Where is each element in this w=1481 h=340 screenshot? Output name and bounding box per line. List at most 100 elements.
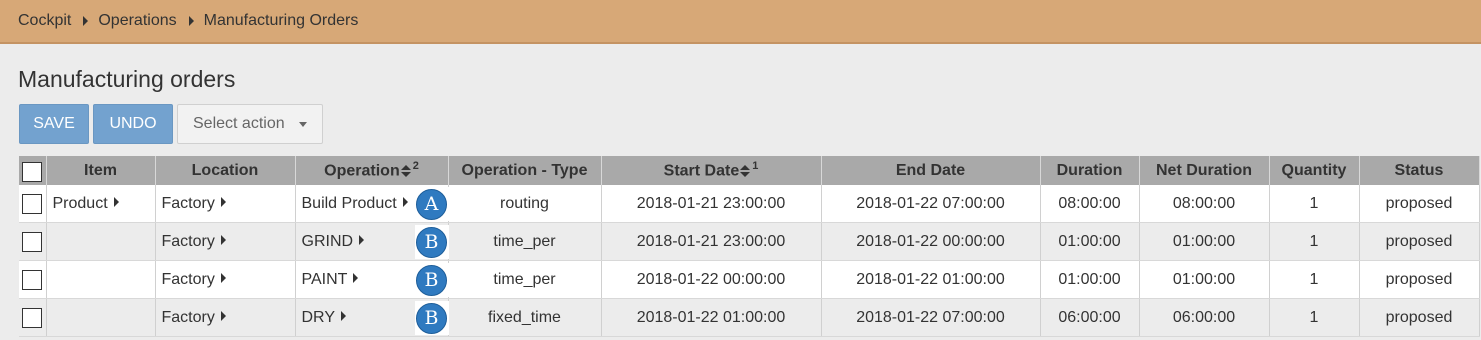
item-value: Product xyxy=(52,194,108,212)
end-date-cell: 2018-01-22 00:00:00 xyxy=(821,222,1041,261)
operation-menu-icon[interactable] xyxy=(353,273,359,284)
breadcrumb: Cockpit Operations Manufacturing Orders xyxy=(0,0,1481,44)
location-cell: Factory xyxy=(155,222,296,261)
breadcrumb-cockpit[interactable]: Cockpit xyxy=(18,12,71,30)
duration-cell: 06:00:00 xyxy=(1040,298,1140,337)
select-all-cell xyxy=(19,156,47,185)
net-duration-cell: 06:00:00 xyxy=(1139,298,1270,337)
operation-type-cell: time_per xyxy=(448,222,602,261)
table-row[interactable]: Factory GRIND B time_per 2018-01-21 23:00… xyxy=(19,222,1480,261)
quantity-cell: 1 xyxy=(1269,298,1360,337)
operation-cell: PAINT B xyxy=(295,260,449,299)
sort-rank: 2 xyxy=(412,160,419,173)
item-cell xyxy=(46,260,156,299)
net-duration-cell: 01:00:00 xyxy=(1139,222,1270,261)
location-cell: Factory xyxy=(155,298,296,337)
location-menu-icon[interactable] xyxy=(220,197,226,208)
operation-cell: Build Product A xyxy=(295,185,449,223)
start-date-cell: 2018-01-21 23:00:00 xyxy=(601,222,822,261)
sort-icon[interactable] xyxy=(740,165,751,178)
column-header-operation-type[interactable]: Operation - Type xyxy=(448,156,602,185)
select-action-dropdown[interactable]: Select action xyxy=(177,104,323,144)
start-date-cell: 2018-01-21 23:00:00 xyxy=(601,185,822,223)
net-duration-cell: 01:00:00 xyxy=(1139,260,1270,299)
end-date-cell: 2018-01-22 01:00:00 xyxy=(821,260,1041,299)
location-menu-icon[interactable] xyxy=(220,273,226,284)
column-header-operation[interactable]: Operation 2 xyxy=(295,156,449,185)
column-header-label: Item xyxy=(84,161,117,179)
badge-letter: A xyxy=(416,188,447,220)
column-header-end-date[interactable]: End Date xyxy=(821,156,1041,185)
column-header-location[interactable]: Location xyxy=(155,156,296,185)
column-header-label: End Date xyxy=(895,161,966,179)
column-header-label: Start Date xyxy=(663,162,740,180)
row-checkbox[interactable] xyxy=(22,193,43,214)
column-header-item[interactable]: Item xyxy=(46,156,156,185)
table-row[interactable]: Product Factory Build Product A routing 2… xyxy=(19,185,1480,223)
breadcrumb-separator-icon xyxy=(83,16,89,26)
table-header-row: Item Location Operation 2 Operation - Typ… xyxy=(19,156,1480,185)
end-date-cell: 2018-01-22 07:00:00 xyxy=(821,298,1041,337)
column-header-label: Location xyxy=(191,161,259,179)
location-cell: Factory xyxy=(155,185,296,223)
column-header-label: Net Duration xyxy=(1156,161,1252,179)
column-header-duration[interactable]: Duration xyxy=(1040,156,1140,185)
status-cell: proposed xyxy=(1359,260,1480,299)
table-row[interactable]: Factory PAINT B time_per 2018-01-22 00:00… xyxy=(19,260,1480,299)
status-cell: proposed xyxy=(1359,185,1480,223)
location-value: Factory xyxy=(161,270,215,288)
badge-marker: B xyxy=(414,301,449,335)
start-date-cell: 2018-01-22 01:00:00 xyxy=(601,298,822,337)
operation-type-cell: time_per xyxy=(448,260,602,299)
row-select-cell xyxy=(19,222,47,261)
select-action-label: Select action xyxy=(193,115,285,132)
breadcrumb-separator-icon xyxy=(188,16,194,26)
column-header-start-date[interactable]: Start Date 1 xyxy=(601,156,822,185)
quantity-cell: 1 xyxy=(1269,185,1360,223)
column-header-net-duration[interactable]: Net Duration xyxy=(1139,156,1270,185)
end-date-cell: 2018-01-22 07:00:00 xyxy=(821,185,1041,223)
operation-value: PAINT xyxy=(301,270,348,288)
operation-menu-icon[interactable] xyxy=(402,197,408,208)
status-cell: proposed xyxy=(1359,222,1480,261)
location-value: Factory xyxy=(161,308,215,326)
undo-button[interactable]: UNDO xyxy=(93,104,173,144)
operation-cell: DRY B xyxy=(295,298,449,337)
select-all-checkbox[interactable] xyxy=(22,161,43,182)
location-value: Factory xyxy=(161,194,215,212)
row-select-cell xyxy=(19,298,47,337)
column-header-label: Quantity xyxy=(1281,161,1347,179)
operation-menu-icon[interactable] xyxy=(359,235,365,246)
duration-cell: 08:00:00 xyxy=(1040,185,1140,223)
badge-letter: B xyxy=(416,264,447,296)
caret-down-icon xyxy=(298,121,307,127)
badge-marker: B xyxy=(414,225,449,259)
row-checkbox[interactable] xyxy=(22,307,43,328)
location-menu-icon[interactable] xyxy=(220,311,226,322)
quantity-cell: 1 xyxy=(1269,222,1360,261)
duration-cell: 01:00:00 xyxy=(1040,222,1140,261)
save-button[interactable]: SAVE xyxy=(19,104,89,144)
operation-value: DRY xyxy=(301,308,336,326)
row-select-cell xyxy=(19,260,47,299)
location-menu-icon[interactable] xyxy=(220,235,226,246)
sort-icon[interactable] xyxy=(400,165,411,178)
item-menu-icon[interactable] xyxy=(113,197,119,208)
operation-cell: GRIND B xyxy=(295,222,449,261)
status-cell: proposed xyxy=(1359,298,1480,337)
breadcrumb-operations[interactable]: Operations xyxy=(98,12,176,30)
row-select-cell xyxy=(19,185,47,223)
toolbar: SAVE UNDO Select action xyxy=(19,104,323,144)
operation-value: GRIND xyxy=(301,232,354,250)
column-header-label: Duration xyxy=(1056,161,1123,179)
location-value: Factory xyxy=(161,232,215,250)
column-header-status[interactable]: Status xyxy=(1359,156,1480,185)
manufacturing-orders-table: Item Location Operation 2 Operation - Typ… xyxy=(19,156,1480,337)
item-cell xyxy=(46,298,156,337)
table-row[interactable]: Factory DRY B fixed_time 2018-01-22 01:00… xyxy=(19,298,1480,337)
row-checkbox[interactable] xyxy=(22,231,43,252)
operation-menu-icon[interactable] xyxy=(341,311,346,322)
column-header-quantity[interactable]: Quantity xyxy=(1269,156,1360,185)
row-checkbox[interactable] xyxy=(22,269,43,290)
page-title: Manufacturing orders xyxy=(18,66,236,92)
